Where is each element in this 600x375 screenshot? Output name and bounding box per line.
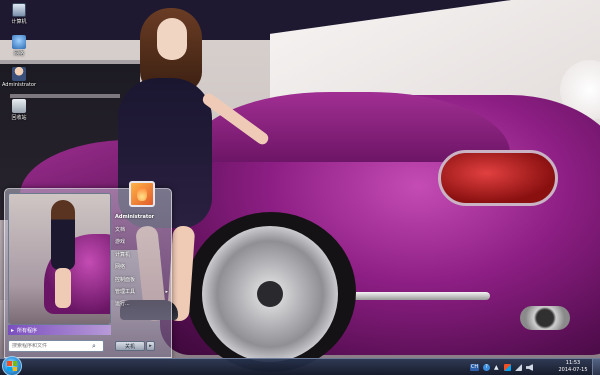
- action-center-flag-icon[interactable]: [504, 364, 511, 371]
- taskbar: CH ? ▲ 11:53 2014-07-15: [0, 356, 600, 375]
- all-programs-button[interactable]: ▸ 所有程序: [8, 325, 111, 335]
- desktop-icon-label: 回收站: [11, 115, 27, 121]
- user-picture[interactable]: [129, 181, 155, 207]
- network-icon: [12, 35, 26, 49]
- start-item-computer[interactable]: 计算机: [113, 248, 171, 260]
- car-tail-light: [438, 150, 558, 206]
- shutdown-button[interactable]: 关机: [115, 341, 145, 351]
- start-menu-places-list: Administrator 文档 游戏 计算机 网络 控制面板 管理工具 ▸ 运…: [113, 211, 171, 310]
- start-item-label: 控制面板: [115, 276, 136, 283]
- car-rim-hub: [257, 281, 283, 307]
- start-item-label: 运行...: [115, 301, 130, 308]
- arrow-right-icon: ▸: [11, 326, 15, 334]
- preview-woman-leg: [55, 268, 71, 308]
- start-item-label: 管理工具: [115, 289, 136, 296]
- start-button[interactable]: [2, 356, 22, 375]
- desktop-icon-user-folder[interactable]: Administrator: [2, 66, 36, 96]
- desktop-icon-recycle-bin[interactable]: 回收站: [2, 98, 36, 128]
- start-item-label: Administrator: [115, 214, 155, 221]
- start-item-label: 游戏: [115, 239, 126, 246]
- language-indicator[interactable]: CH: [470, 364, 479, 371]
- desktop-icon-label: 网络: [13, 51, 24, 57]
- submenu-arrow-icon: ▸: [165, 288, 168, 295]
- start-search-box[interactable]: ⌕: [8, 340, 104, 352]
- desktop-icon-network[interactable]: 网络: [2, 34, 36, 64]
- start-menu-programs-pane: [8, 193, 111, 325]
- start-search-input[interactable]: [12, 343, 90, 349]
- start-menu: ▸ 所有程序 ⌕ Administrator 文档 游戏 计算机 网络 控制面板…: [4, 181, 172, 358]
- user-folder-icon: [12, 67, 26, 81]
- network-status-icon[interactable]: [515, 364, 522, 371]
- woman-face: [157, 18, 187, 60]
- chevron-right-icon: ▸: [149, 343, 152, 349]
- clock-time: 11:53: [565, 360, 581, 366]
- desktop-icon-label: Administrator: [1, 82, 37, 88]
- start-item-label: 文档: [115, 227, 126, 234]
- windows-logo-icon: [7, 361, 17, 371]
- recycle-bin-icon: [12, 99, 26, 113]
- car-exhaust: [520, 306, 570, 330]
- start-menu-wallpaper-preview: [9, 194, 110, 324]
- search-icon[interactable]: ⌕: [92, 342, 96, 351]
- shutdown-options-button[interactable]: ▸: [146, 341, 155, 351]
- show-desktop-button[interactable]: [592, 359, 600, 375]
- desktop-icon-computer[interactable]: 计算机: [2, 2, 36, 32]
- volume-icon[interactable]: [526, 364, 533, 371]
- start-item-user[interactable]: Administrator: [113, 211, 171, 223]
- preview-woman: [51, 200, 75, 270]
- tray-expand-icon[interactable]: ▲: [494, 364, 500, 371]
- start-item-documents[interactable]: 文档: [113, 223, 171, 235]
- start-item-network[interactable]: 网络: [113, 261, 171, 273]
- start-item-run[interactable]: 运行...: [113, 298, 171, 310]
- computer-icon: [12, 3, 26, 17]
- all-programs-label: 所有程序: [17, 327, 38, 334]
- desktop-icons: 计算机 网络 Administrator 回收站: [2, 2, 36, 130]
- start-item-label: 计算机: [115, 251, 131, 258]
- start-item-games[interactable]: 游戏: [113, 236, 171, 248]
- system-tray: CH ? ▲: [470, 361, 533, 374]
- clock-date: 2014-07-15: [558, 367, 588, 373]
- shutdown-label: 关机: [124, 343, 135, 350]
- taskbar-clock[interactable]: 11:53 2014-07-15: [556, 360, 590, 374]
- desktop-icon-label: 计算机: [11, 19, 27, 25]
- flower-icon: [137, 187, 147, 201]
- help-icon[interactable]: ?: [483, 364, 490, 371]
- start-item-admin-tools[interactable]: 管理工具 ▸: [113, 285, 171, 297]
- start-item-label: 网络: [115, 264, 126, 271]
- start-item-control-panel[interactable]: 控制面板: [113, 273, 171, 285]
